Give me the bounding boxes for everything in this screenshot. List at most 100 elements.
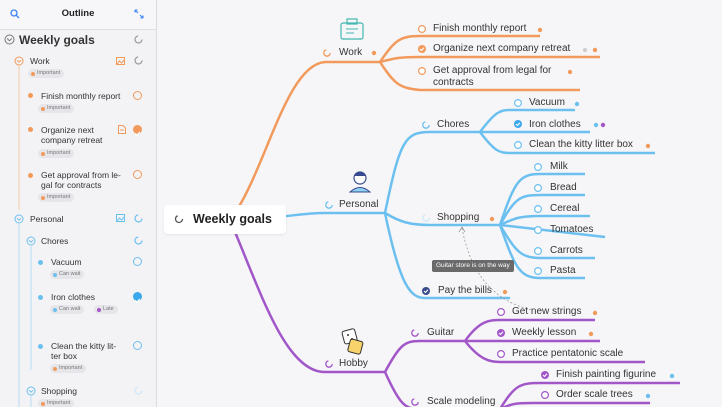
outline-sidebar: Outline Weekly goals Work Important Fini…: [0, 0, 157, 407]
outline-item-approval-l1[interactable]: Get approval from le-: [41, 170, 121, 180]
node-get-approval[interactable]: Get approval from legal for: [433, 65, 551, 76]
tag-dot[interactable]: [565, 67, 575, 77]
task-checkbox[interactable]: [533, 266, 543, 276]
task-checkbox-checked[interactable]: [133, 125, 142, 137]
tag-dot[interactable]: [580, 45, 590, 55]
tag-dot[interactable]: [643, 391, 653, 401]
node-shopping-item[interactable]: Cereal: [550, 203, 579, 214]
node-work[interactable]: Work: [339, 47, 362, 58]
bullet: [38, 295, 43, 300]
node-practice-pentatonic[interactable]: Practice pentatonic scale: [512, 348, 623, 359]
mind-map-canvas[interactable]: [157, 0, 722, 407]
progress-icon[interactable]: [410, 397, 420, 407]
outline-item-kitty-l2: ter box: [51, 351, 77, 361]
tag-dot[interactable]: [572, 99, 582, 109]
node-pay-bills[interactable]: Pay the bills: [438, 285, 492, 296]
tag-dot[interactable]: [590, 45, 600, 55]
node-weekly-lesson[interactable]: Weekly lesson: [512, 327, 576, 338]
node-iron-clothes[interactable]: Iron clothes: [529, 119, 581, 130]
node-shopping-item[interactable]: Bread: [550, 182, 577, 193]
node-finish-figurine[interactable]: Finish painting figurine: [556, 369, 656, 380]
task-checkbox[interactable]: [533, 162, 543, 172]
task-checkbox[interactable]: [417, 24, 427, 34]
bullet: [38, 260, 43, 265]
node-order-trees[interactable]: Order scale trees: [556, 389, 633, 400]
tag-dot[interactable]: [487, 214, 497, 224]
tag-important: Important: [28, 69, 65, 78]
tag-dot[interactable]: [586, 329, 596, 339]
task-checkbox[interactable]: [496, 349, 506, 359]
outline-item-shopping[interactable]: Shopping: [41, 386, 77, 396]
progress-icon[interactable]: [421, 213, 431, 223]
task-checkbox-checked[interactable]: [540, 370, 550, 380]
task-checkbox[interactable]: [540, 390, 550, 400]
node-shopping-item[interactable]: Tomatoes: [550, 224, 593, 235]
node-shopping[interactable]: Shopping: [437, 212, 479, 223]
outline-item-iron-clothes[interactable]: Iron clothes: [51, 292, 95, 302]
node-vacuum[interactable]: Vacuum: [529, 97, 565, 108]
node-shopping-item[interactable]: Pasta: [550, 265, 576, 276]
task-checkbox[interactable]: [496, 307, 506, 317]
node-guitar[interactable]: Guitar: [427, 327, 454, 338]
work-collapse-icon[interactable]: [14, 56, 24, 66]
outline-item-finish-report[interactable]: Finish monthly report: [41, 91, 120, 101]
node-finish-monthly-report[interactable]: Finish monthly report: [433, 23, 526, 34]
node-shopping-item[interactable]: Carrots: [550, 245, 583, 256]
task-checkbox[interactable]: [513, 140, 523, 150]
tag-dot[interactable]: [590, 308, 600, 318]
node-shopping-item[interactable]: Milk: [550, 161, 568, 172]
person-icon: [348, 171, 372, 193]
shopping-collapse-icon[interactable]: [26, 386, 36, 396]
node-hobby[interactable]: Hobby: [339, 358, 368, 369]
tag-dot[interactable]: [369, 48, 379, 58]
task-checkbox[interactable]: [133, 257, 142, 266]
bullet: [28, 173, 33, 178]
outline-item-personal[interactable]: Personal: [30, 214, 64, 224]
outline-root[interactable]: Weekly goals: [19, 33, 95, 47]
tag-dot[interactable]: [643, 141, 653, 151]
task-checkbox[interactable]: [133, 341, 142, 350]
tag-dot[interactable]: [535, 25, 545, 35]
task-checkbox[interactable]: [533, 183, 543, 193]
node-chores[interactable]: Chores: [437, 119, 469, 130]
node-personal[interactable]: Personal: [339, 199, 378, 210]
tag-dot[interactable]: [500, 287, 510, 297]
task-checkbox-checked[interactable]: [417, 44, 427, 54]
node-kitty-litter[interactable]: Clean the kitty litter box: [529, 139, 633, 150]
node-organize-retreat[interactable]: Organize next company retreat: [433, 43, 570, 54]
outline-item-kitty-l1[interactable]: Clean the kitty lit-: [51, 341, 116, 351]
task-checkbox-checked[interactable]: [133, 292, 142, 304]
task-checkbox[interactable]: [533, 204, 543, 214]
personal-collapse-icon[interactable]: [14, 214, 24, 224]
task-checkbox[interactable]: [417, 66, 427, 76]
task-checkbox[interactable]: [533, 225, 543, 235]
task-checkbox[interactable]: [533, 246, 543, 256]
central-topic[interactable]: Weekly goals: [193, 212, 272, 226]
tag-dot[interactable]: [598, 120, 608, 130]
progress-icon[interactable]: [421, 120, 431, 130]
tag-important: Important: [38, 104, 75, 113]
task-checkbox-checked[interactable]: [496, 328, 506, 338]
progress-icon[interactable]: [322, 48, 332, 58]
task-checkbox[interactable]: [513, 98, 523, 108]
outline-item-chores[interactable]: Chores: [41, 236, 68, 246]
progress-icon[interactable]: [324, 200, 334, 210]
task-checkbox[interactable]: [133, 170, 142, 179]
chores-collapse-icon[interactable]: [26, 236, 36, 246]
progress-icon: [174, 214, 184, 224]
progress-icon[interactable]: [324, 359, 334, 369]
root-collapse-icon[interactable]: [4, 34, 15, 45]
node-get-new-strings[interactable]: Get new strings: [512, 306, 581, 317]
tag-can-wait: Can wait: [50, 270, 85, 279]
bullet: [38, 344, 43, 349]
progress-icon[interactable]: [410, 328, 420, 338]
outline-item-organize-l1[interactable]: Organize next: [41, 125, 94, 135]
task-checkbox-checked[interactable]: [421, 286, 431, 296]
node-scale-modeling[interactable]: Scale modeling: [427, 396, 495, 407]
tag-dot[interactable]: [667, 371, 677, 381]
outline-item-work[interactable]: Work: [30, 56, 50, 66]
task-checkbox-checked[interactable]: [513, 119, 523, 129]
tag-important: Important: [38, 399, 75, 407]
task-checkbox[interactable]: [133, 91, 142, 100]
outline-item-vacuum[interactable]: Vacuum: [51, 257, 82, 267]
